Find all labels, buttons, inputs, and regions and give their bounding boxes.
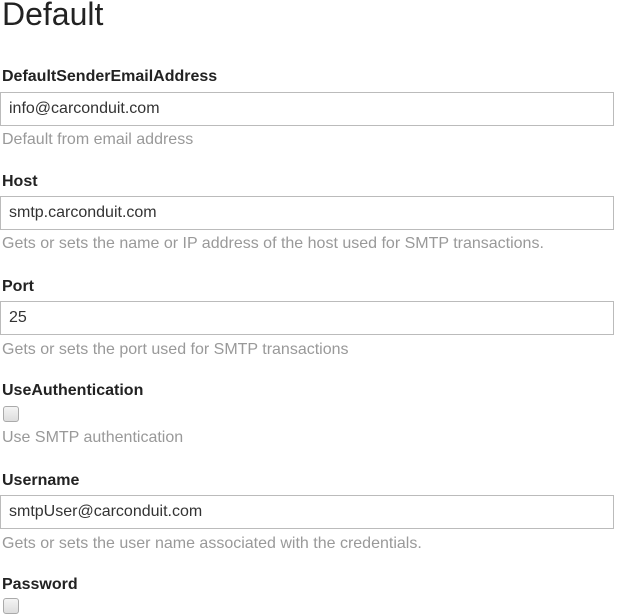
- use-authentication-label: UseAuthentication: [2, 382, 144, 399]
- password-field-partial[interactable]: [3, 598, 19, 614]
- port-help: Gets or sets the port used for SMTP tran…: [2, 341, 349, 358]
- host-label: Host: [2, 173, 38, 190]
- use-authentication-checkbox[interactable]: [3, 406, 19, 422]
- port-label: Port: [2, 278, 34, 295]
- password-label: Password: [2, 576, 78, 593]
- use-authentication-help: Use SMTP authentication: [2, 429, 184, 446]
- sender-label: DefaultSenderEmailAddress: [2, 68, 218, 85]
- username-help: Gets or sets the user name associated wi…: [2, 535, 422, 552]
- username-label: Username: [2, 472, 80, 489]
- sender-email-input[interactable]: [0, 92, 614, 126]
- port-input[interactable]: [0, 301, 614, 335]
- username-input[interactable]: [0, 495, 614, 529]
- page-title: Default: [2, 0, 104, 32]
- sender-help: Default from email address: [2, 131, 194, 148]
- host-input[interactable]: [0, 196, 614, 230]
- host-help: Gets or sets the name or IP address of t…: [2, 235, 544, 252]
